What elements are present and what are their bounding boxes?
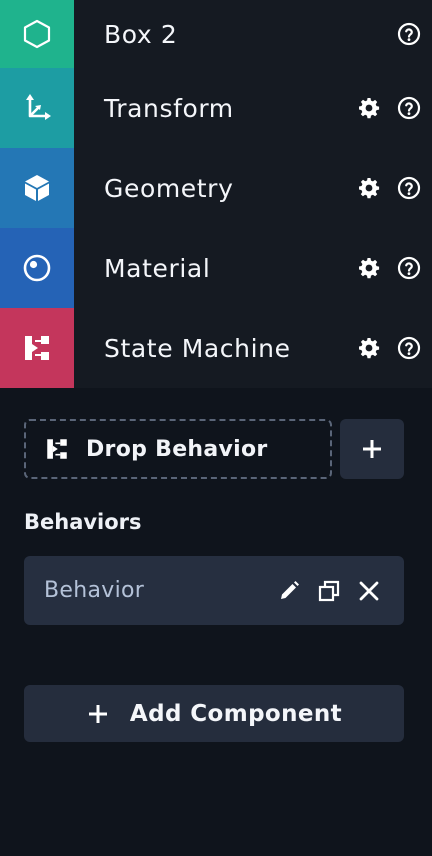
component-tile [0, 308, 74, 388]
component-tile [0, 0, 74, 68]
help-icon[interactable] [396, 255, 422, 281]
component-actions [356, 255, 422, 281]
component-tile [0, 228, 74, 308]
state-machine-icon [25, 336, 49, 360]
add-behavior-button[interactable] [340, 419, 404, 479]
component-actions [356, 95, 422, 121]
state-machine-icon [47, 439, 67, 459]
edit-pencil-icon[interactable] [276, 578, 302, 604]
hexagon-icon [23, 19, 51, 49]
gear-icon[interactable] [356, 175, 382, 201]
component-tile [0, 68, 74, 148]
component-actions [356, 175, 422, 201]
component-panel: Box 2 Transform Geometry Material State … [0, 0, 432, 856]
component-row-geometry[interactable]: Geometry [0, 148, 432, 228]
component-row-box[interactable]: Box 2 [0, 0, 432, 68]
behavior-item[interactable]: Behavior [24, 556, 404, 625]
component-row-state-machine[interactable]: State Machine [0, 308, 432, 388]
gear-icon[interactable] [356, 255, 382, 281]
component-label: Box 2 [104, 19, 178, 49]
help-icon[interactable] [396, 335, 422, 361]
cube-icon [25, 175, 49, 201]
drop-behavior-zone[interactable]: Drop Behavior [24, 419, 332, 479]
close-icon[interactable] [356, 578, 382, 604]
drop-behavior-label: Drop Behavior [86, 436, 268, 462]
add-component-label: Add Component [129, 700, 343, 727]
behavior-actions [276, 578, 382, 604]
component-row-transform[interactable]: Transform [0, 68, 432, 148]
help-icon[interactable] [396, 21, 422, 47]
plus-icon [363, 440, 381, 458]
component-label: State Machine [104, 333, 291, 363]
help-icon[interactable] [396, 95, 422, 121]
behaviors-section-title: Behaviors [24, 510, 142, 534]
transform-axes-icon [26, 94, 51, 120]
component-list: Box 2 Transform Geometry Material State … [0, 0, 432, 388]
component-row-material[interactable]: Material [0, 228, 432, 308]
component-actions [356, 335, 422, 361]
component-tile [0, 148, 74, 228]
add-component-button[interactable]: Add Component [24, 685, 404, 742]
behavior-name: Behavior [44, 578, 145, 603]
component-label: Geometry [104, 173, 234, 203]
component-actions [396, 21, 422, 47]
material-sphere-icon [23, 254, 51, 282]
duplicate-icon[interactable] [316, 578, 342, 604]
plus-icon [88, 704, 107, 723]
gear-icon[interactable] [356, 95, 382, 121]
component-label: Material [104, 253, 211, 283]
help-icon[interactable] [396, 175, 422, 201]
gear-icon[interactable] [356, 335, 382, 361]
component-label: Transform [104, 93, 234, 123]
